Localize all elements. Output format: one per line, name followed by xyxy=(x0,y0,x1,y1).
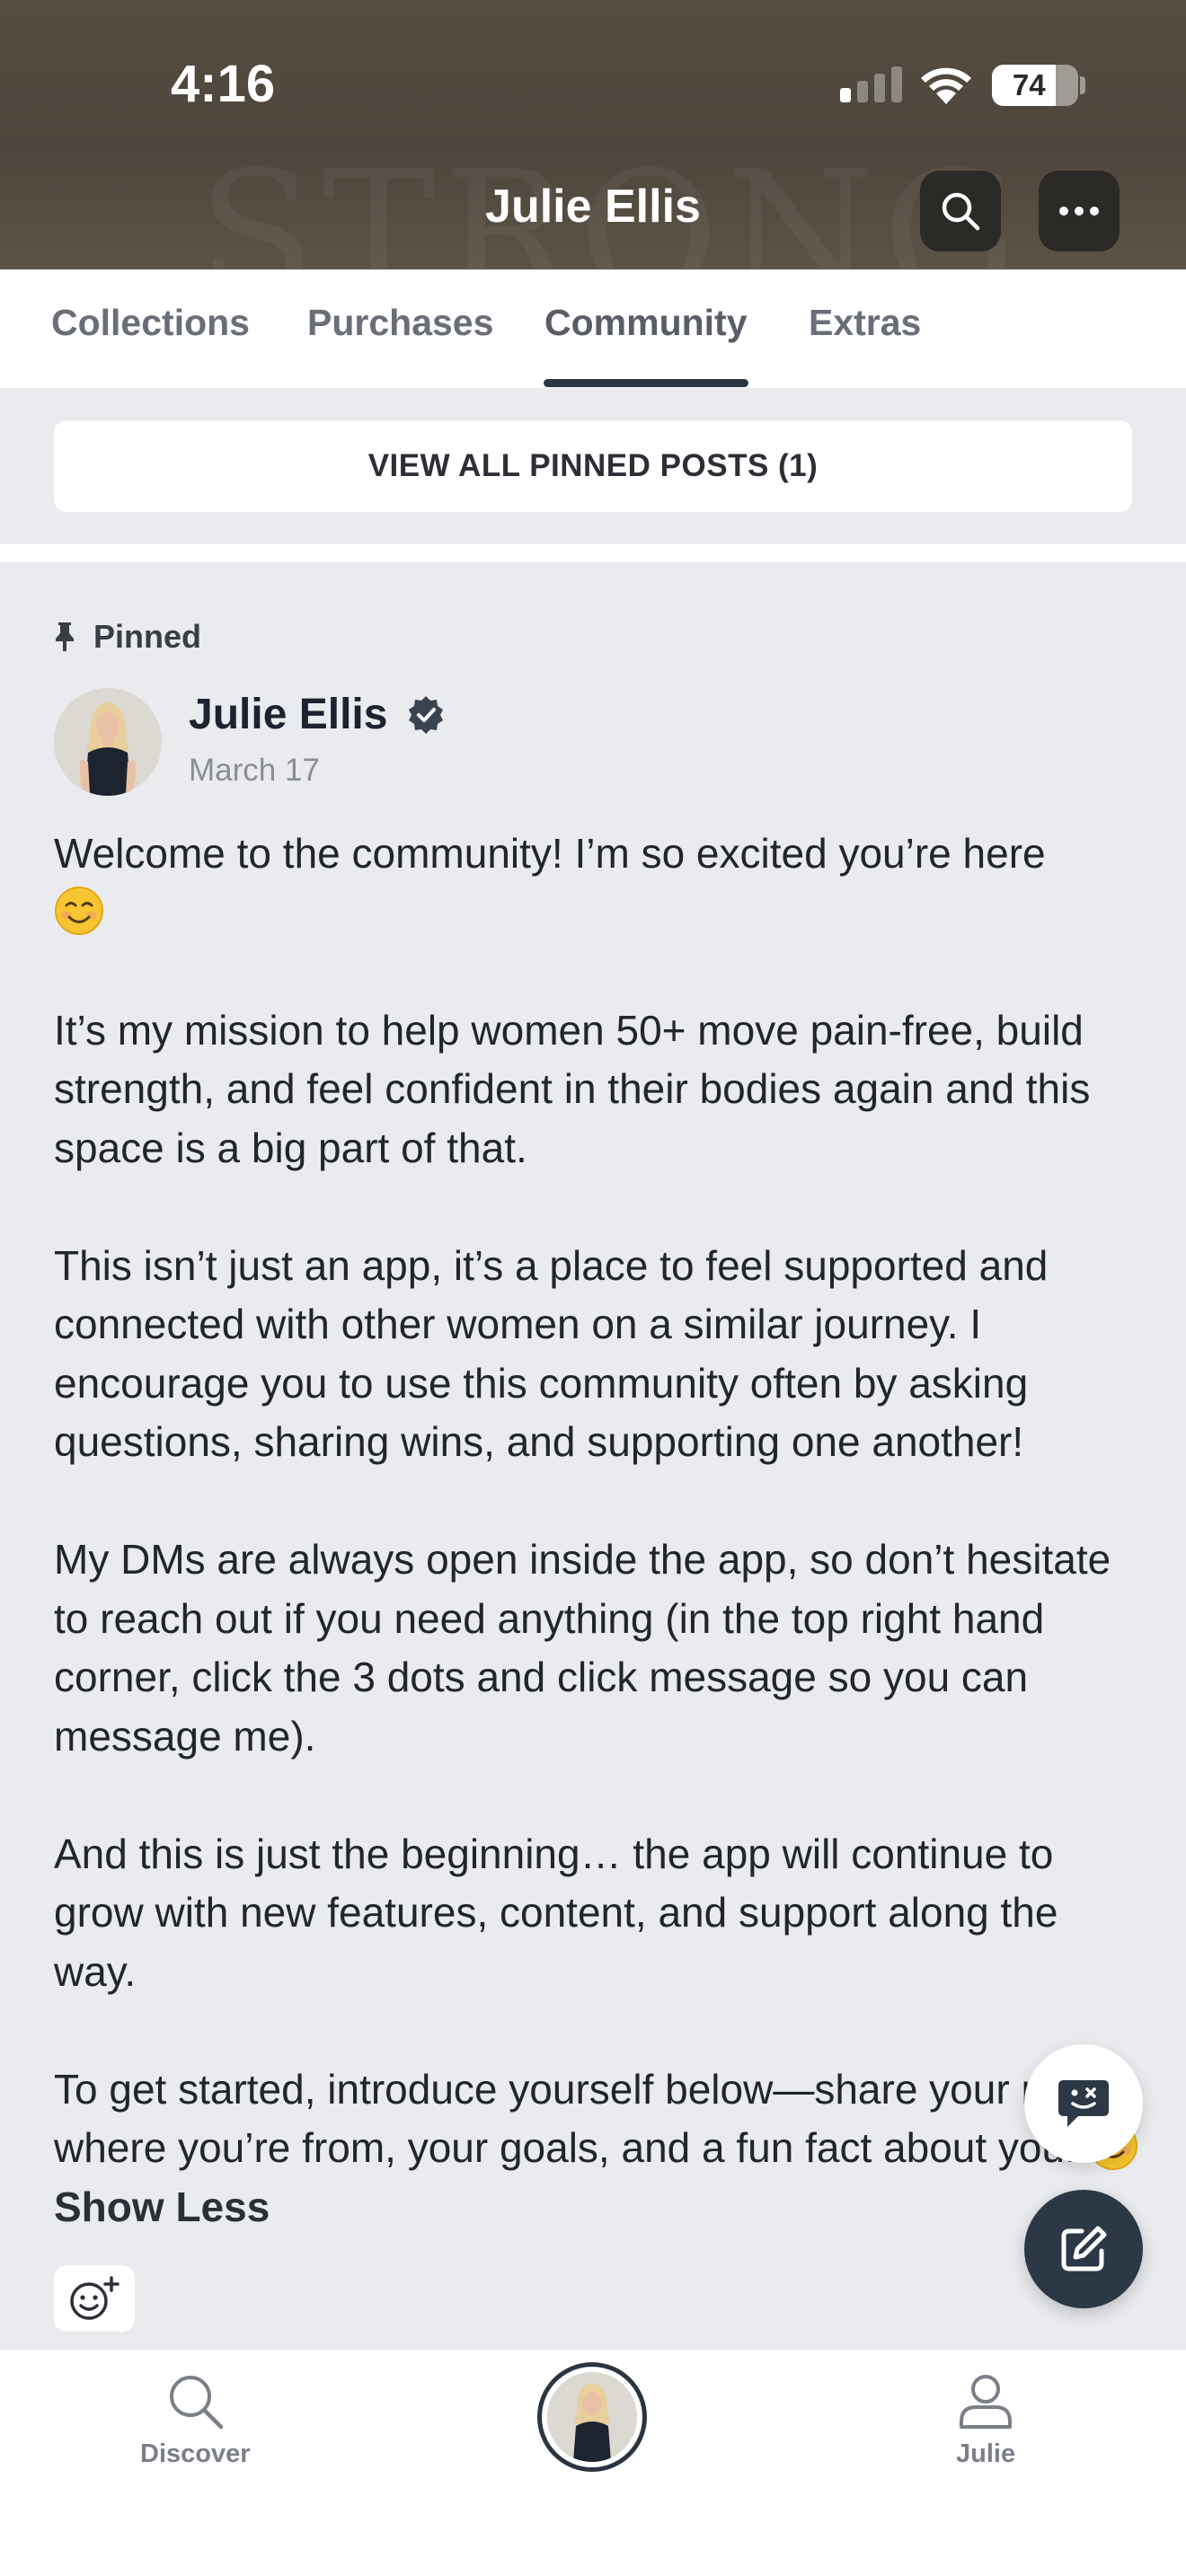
pinned-indicator: Pinned xyxy=(54,618,201,656)
more-options-button[interactable] xyxy=(1039,171,1120,251)
bottom-navigation: Discover Julie xyxy=(0,2350,1186,2576)
tab-purchases[interactable]: Purchases xyxy=(307,302,493,344)
active-tab-indicator xyxy=(544,379,748,387)
nav-discover-label: Discover xyxy=(140,2439,251,2468)
add-reaction-button[interactable] xyxy=(54,2265,135,2332)
tab-community[interactable]: Community xyxy=(544,302,748,344)
wifi-icon xyxy=(921,67,971,104)
author-avatar[interactable] xyxy=(54,688,162,796)
post-date: March 17 xyxy=(189,753,320,788)
profile-person-icon xyxy=(960,2375,1013,2429)
chat-bubble-icon xyxy=(1058,2080,1109,2127)
cellular-signal-icon xyxy=(840,66,902,102)
compose-post-button[interactable] xyxy=(1024,2190,1143,2308)
tab-collections[interactable]: Collections xyxy=(51,302,250,344)
tab-bar: Collections Purchases Community Extras xyxy=(0,269,1186,388)
view-pinned-posts-button[interactable]: VIEW ALL PINNED POSTS (1) xyxy=(54,420,1132,512)
post-paragraph: To get started, introduce yourself below… xyxy=(54,2060,1141,2237)
smiling-face-emoji-icon xyxy=(55,886,103,935)
creator-avatar-photo xyxy=(547,2372,637,2462)
pinned-label: Pinned xyxy=(93,618,202,655)
post-paragraph: This isn’t just an app, it’s a place to … xyxy=(54,1241,1049,1466)
battery-nub xyxy=(1080,76,1085,94)
app-header: STRONG 4:16 74 Julie Ellis xyxy=(0,0,1186,269)
verified-badge-icon xyxy=(409,695,444,734)
post-paragraph: Welcome to the community! I’m so excited… xyxy=(54,825,1141,942)
avatar-photo xyxy=(54,688,162,796)
post-body: Welcome to the community! I’m so excited… xyxy=(54,825,1141,2236)
show-less-link[interactable]: Show Less xyxy=(54,2183,270,2230)
status-time: 4:16 xyxy=(171,55,276,113)
post-paragraph: And this is just the beginning… the app … xyxy=(54,1830,1058,1995)
nav-profile[interactable]: Julie xyxy=(956,2371,1015,2469)
nav-profile-label: Julie xyxy=(956,2439,1016,2468)
tab-extras[interactable]: Extras xyxy=(809,302,921,344)
pin-icon xyxy=(56,622,74,651)
nav-creator-home[interactable] xyxy=(537,2362,647,2472)
compose-edit-icon xyxy=(1061,2226,1107,2272)
author-name: Julie Ellis xyxy=(189,691,388,738)
post-paragraph: My DMs are always open inside the app, s… xyxy=(54,1536,1111,1760)
add-emoji-reaction-icon xyxy=(70,2276,119,2320)
post-paragraph: It’s my mission to help women 50+ move p… xyxy=(54,1006,1091,1171)
search-button[interactable] xyxy=(920,171,1001,251)
battery-percent: 74 xyxy=(1012,68,1046,101)
section-divider xyxy=(0,544,1186,562)
chat-button[interactable] xyxy=(1024,2044,1143,2163)
more-dots-icon xyxy=(1059,207,1099,216)
battery-icon: 74 xyxy=(992,65,1078,106)
search-icon xyxy=(942,192,980,231)
page-title: Julie Ellis xyxy=(485,181,701,233)
post-author[interactable]: Julie Ellis xyxy=(189,690,447,739)
discover-search-icon xyxy=(170,2376,224,2430)
creator-avatar xyxy=(547,2372,637,2462)
nav-discover[interactable]: Discover xyxy=(140,2371,251,2469)
